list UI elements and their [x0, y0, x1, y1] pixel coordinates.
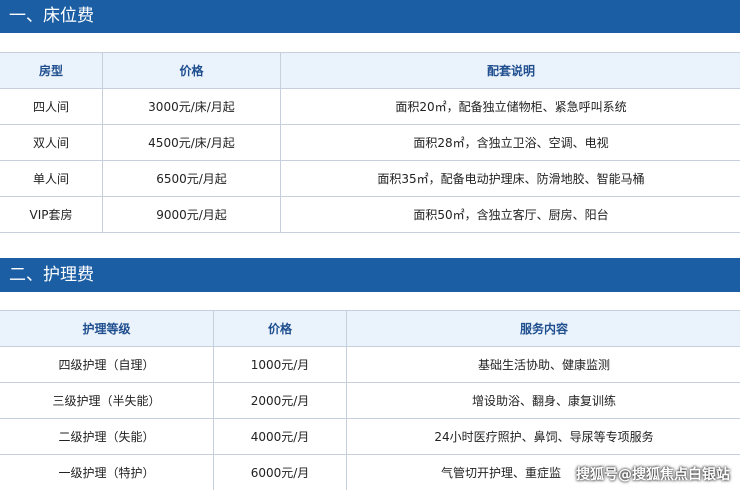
- table-row: 四级护理（自理） 1000元/月 基础生活协助、健康监测: [0, 346, 740, 383]
- cell-price: 6000元/月: [213, 454, 347, 490]
- section-banner-nursing-fees: 二、护理费: [0, 258, 740, 292]
- cell-room-type: VIP套房: [0, 196, 103, 233]
- cell-price: 6500元/月起: [102, 160, 281, 197]
- cell-description: 面积28㎡，含独立卫浴、空调、电视: [280, 124, 740, 161]
- cell-price: 4000元/月: [213, 418, 347, 455]
- cell-price: 2000元/月: [213, 382, 347, 419]
- section-banner-bed-fees: 一、床位费: [0, 0, 740, 33]
- table-row: VIP套房 9000元/月起 面积50㎡，含独立客厅、厨房、阳台: [0, 196, 740, 233]
- cell-price: 9000元/月起: [102, 196, 281, 233]
- cell-description: 面积35㎡，配备电动护理床、防滑地胶、智能马桶: [280, 160, 740, 197]
- column-header-price: 价格: [102, 52, 281, 89]
- bed-fee-table: 房型 价格 配套说明 四人间 3000元/床/月起 面积20㎡，配备独立储物柜、…: [0, 52, 740, 233]
- cell-room-type: 双人间: [0, 124, 103, 161]
- nursing-fee-table: 护理等级 价格 服务内容 四级护理（自理） 1000元/月 基础生活协助、健康监…: [0, 310, 740, 490]
- cell-room-type: 单人间: [0, 160, 103, 197]
- column-header-service-content: 服务内容: [346, 310, 740, 347]
- table-row: 三级护理（半失能） 2000元/月 增设助浴、翻身、康复训练: [0, 382, 740, 419]
- cell-nursing-level: 三级护理（半失能）: [0, 382, 214, 419]
- cell-service-content: 24小时医疗照护、鼻饲、导尿等专项服务: [346, 418, 740, 455]
- cell-description: 面积20㎡，配备独立储物柜、紧急呼叫系统: [280, 88, 740, 125]
- table-row: 四人间 3000元/床/月起 面积20㎡，配备独立储物柜、紧急呼叫系统: [0, 88, 740, 125]
- column-header-price: 价格: [213, 310, 347, 347]
- cell-price: 4500元/床/月起: [102, 124, 281, 161]
- cell-nursing-level: 四级护理（自理）: [0, 346, 214, 383]
- table-header-row: 护理等级 价格 服务内容: [0, 310, 740, 347]
- column-header-room-type: 房型: [0, 52, 103, 89]
- watermark: 搜狐号@搜狐焦点白银站: [576, 467, 730, 483]
- table-row: 二级护理（失能） 4000元/月 24小时医疗照护、鼻饲、导尿等专项服务: [0, 418, 740, 455]
- column-header-description: 配套说明: [280, 52, 740, 89]
- cell-service-content: 基础生活协助、健康监测: [346, 346, 740, 383]
- cell-room-type: 四人间: [0, 88, 103, 125]
- table-row: 双人间 4500元/床/月起 面积28㎡，含独立卫浴、空调、电视: [0, 124, 740, 161]
- cell-price: 3000元/床/月起: [102, 88, 281, 125]
- cell-nursing-level: 二级护理（失能）: [0, 418, 214, 455]
- section-title: 一、床位费: [9, 6, 94, 26]
- cell-nursing-level: 一级护理（特护）: [0, 454, 214, 490]
- table-row: 单人间 6500元/月起 面积35㎡，配备电动护理床、防滑地胶、智能马桶: [0, 160, 740, 197]
- section-title: 二、护理费: [9, 265, 94, 285]
- table-header-row: 房型 价格 配套说明: [0, 52, 740, 89]
- column-header-nursing-level: 护理等级: [0, 310, 214, 347]
- cell-description: 面积50㎡，含独立客厅、厨房、阳台: [280, 196, 740, 233]
- cell-price: 1000元/月: [213, 346, 347, 383]
- cell-service-content: 增设助浴、翻身、康复训练: [346, 382, 740, 419]
